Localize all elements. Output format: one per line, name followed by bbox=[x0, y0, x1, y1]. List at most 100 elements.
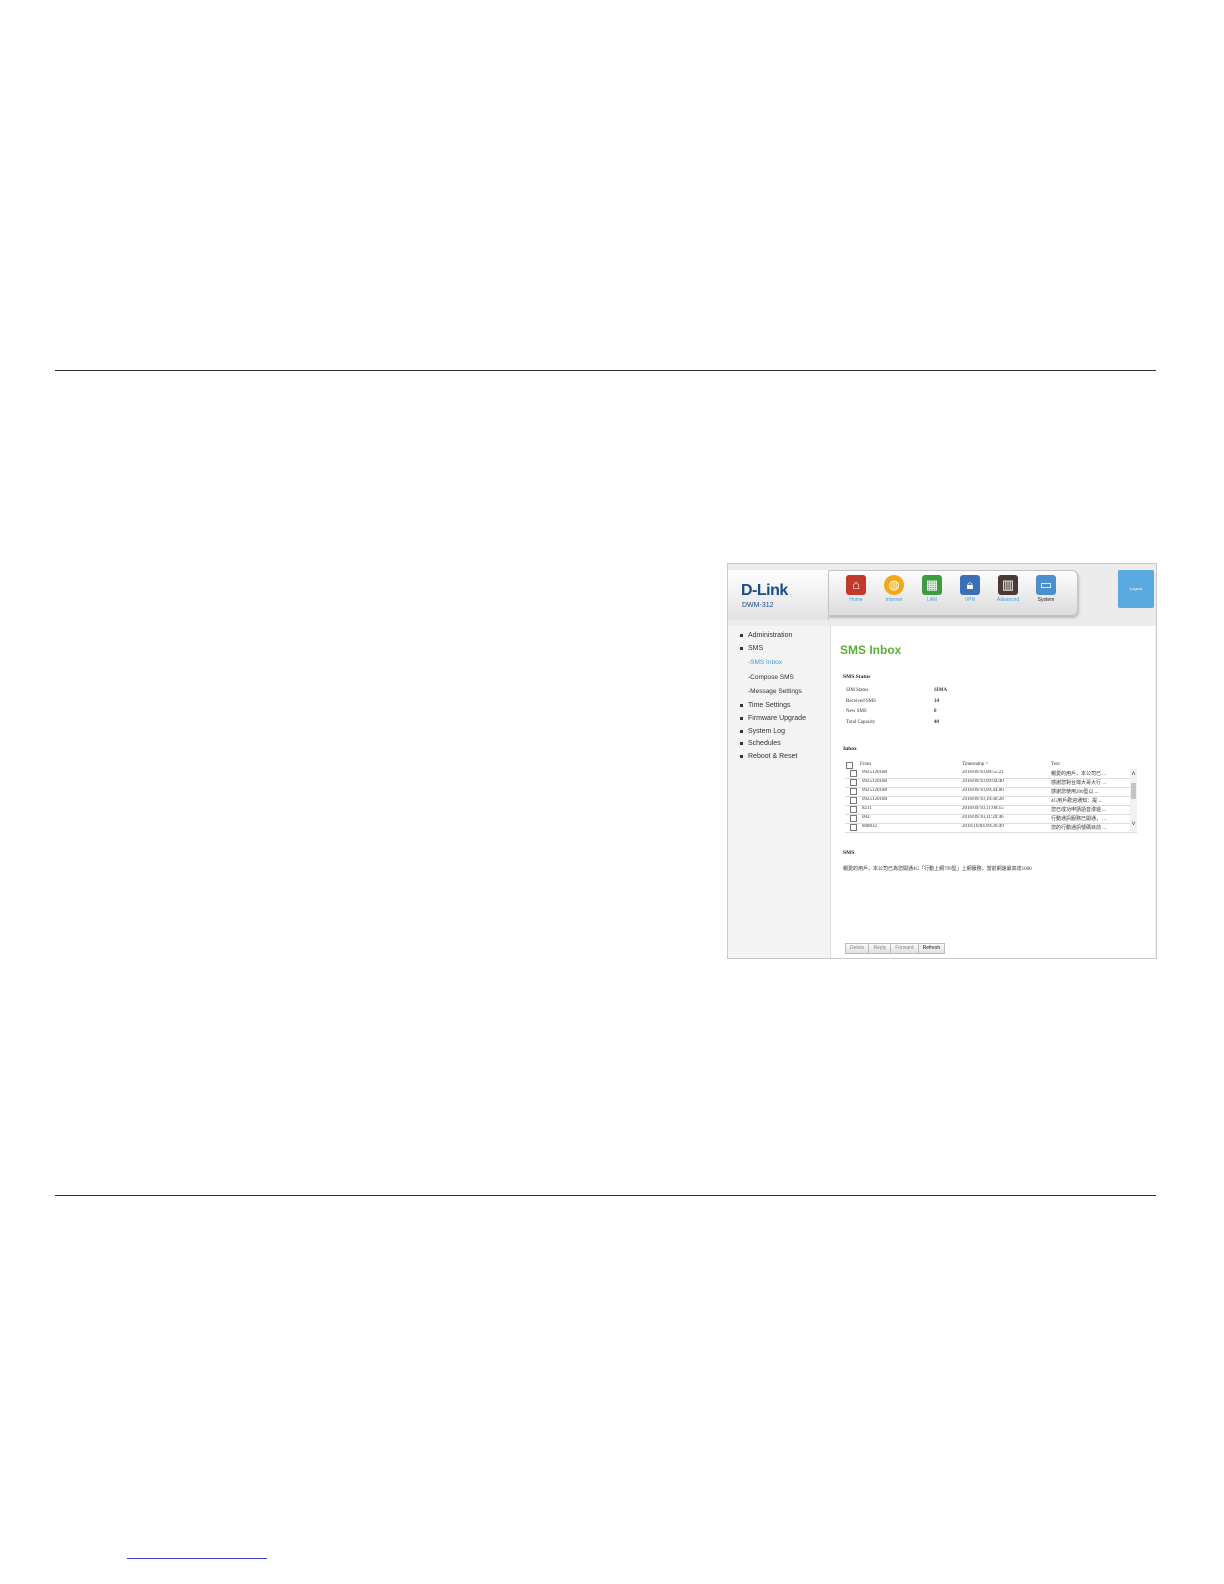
row-checkbox[interactable] bbox=[850, 797, 857, 804]
refresh-button[interactable]: Refresh bbox=[917, 943, 946, 954]
row-from: 808832 bbox=[862, 824, 877, 829]
row-timestamp: 2016/09/10,11:20:46 bbox=[962, 815, 1004, 820]
row-timestamp: 2016/09/10,09:04:40 bbox=[962, 779, 1004, 784]
row-checkbox[interactable] bbox=[850, 770, 857, 777]
row-timestamp: 2016/09/10,09:44:00 bbox=[962, 788, 1004, 793]
sidebar-item-schedules[interactable]: Schedules bbox=[740, 740, 781, 747]
inbox-heading: Inbox bbox=[843, 746, 857, 752]
row-text: 感謝您使用200型以 ... bbox=[1051, 790, 1099, 795]
row-timestamp: 2016/09/10,08:55:21 bbox=[962, 770, 1004, 775]
row-checkbox[interactable] bbox=[850, 779, 857, 786]
page-title: SMS Inbox bbox=[840, 643, 902, 657]
row-timestamp: 2016/09/10,10:40:28 bbox=[962, 797, 1004, 802]
row-text: 行動通訊服務已開通， ... bbox=[1051, 817, 1107, 822]
row-checkbox[interactable] bbox=[850, 788, 857, 795]
sidebar-sub-message-settings[interactable]: -Message Settings bbox=[748, 688, 802, 695]
nav-internet[interactable]: ◍ Internet bbox=[879, 575, 909, 611]
sidebar-item-label: Schedules bbox=[748, 740, 781, 747]
row-text: 您的行動通訊號碼目前 ... bbox=[1051, 826, 1107, 831]
scroll-thumb[interactable] bbox=[1131, 783, 1136, 799]
inbox-scrollbar[interactable]: ˄ ˅ bbox=[1130, 769, 1137, 832]
row-from: 8211 bbox=[862, 806, 872, 811]
received-sms-label: Received SMS bbox=[846, 699, 876, 704]
sidebar-item-time-settings[interactable]: Time Settings bbox=[740, 702, 791, 709]
logo-area: D-Link DWM-312 bbox=[728, 570, 829, 620]
sidebar-item-label: Administration bbox=[748, 632, 793, 639]
sidebar-item-reboot-reset[interactable]: Reboot & Reset bbox=[740, 753, 797, 760]
nav-label: Internet bbox=[885, 597, 903, 603]
delete-button[interactable]: Delete bbox=[845, 943, 870, 954]
nav-label: Home bbox=[849, 597, 863, 603]
sms-message-text: 親愛的用戶，本公司已為您開通4G「行動上網799型」上網服務，當前網速最高達10… bbox=[843, 867, 1032, 872]
lock-icon: 🔒︎ bbox=[960, 575, 980, 595]
sidebar-sub-sms-inbox[interactable]: -SMS Inbox bbox=[748, 659, 782, 666]
scroll-down-icon[interactable]: ˅ bbox=[1130, 821, 1137, 828]
content-panel: SMS Inbox SMS Status SIM Status SIMA Rec… bbox=[830, 626, 1155, 958]
row-checkbox[interactable] bbox=[850, 806, 857, 813]
sidebar-item-label: SMS bbox=[748, 645, 764, 652]
new-sms-value: 0 bbox=[934, 709, 937, 714]
router-ui-screenshot: D-Link DWM-312 ⌂ Home ◍ Internet ▦ LAN 🔒… bbox=[727, 563, 1157, 959]
advanced-icon: ▥ bbox=[998, 575, 1018, 595]
select-all-checkbox[interactable] bbox=[846, 762, 853, 769]
logout-button[interactable]: Logout bbox=[1118, 570, 1154, 608]
row-checkbox[interactable] bbox=[850, 824, 857, 831]
nav-label: VPN bbox=[964, 597, 976, 603]
globe-icon: ◍ bbox=[884, 575, 904, 595]
bullet-icon bbox=[740, 703, 743, 707]
inbox-table: 0925120188 2016/09/10,08:55:21 親愛的用戶，本公司已 … bbox=[845, 769, 1137, 833]
column-header-text: Text bbox=[1051, 762, 1060, 767]
nav-lan[interactable]: ▦ LAN bbox=[917, 575, 947, 611]
sim-status-label: SIM Status bbox=[846, 688, 869, 693]
sidebar-item-firmware-upgrade[interactable]: Firmware Upgrade bbox=[740, 715, 806, 722]
total-capacity-value: 40 bbox=[934, 720, 939, 725]
bullet-icon bbox=[740, 633, 743, 637]
nav-advanced[interactable]: ▥ Advanced bbox=[993, 575, 1023, 611]
row-timestamp: 2016/09/10,11:00:15 bbox=[962, 806, 1004, 811]
row-timestamp: 2016/10/04,09:26:49 bbox=[962, 824, 1004, 829]
sim-status-value: SIMA bbox=[934, 688, 948, 693]
home-icon: ⌂ bbox=[846, 575, 866, 595]
sidebar-item-label: System Log bbox=[748, 728, 785, 735]
sms-status-heading: SMS Status bbox=[843, 674, 871, 680]
sidebar-item-system-log[interactable]: System Log bbox=[740, 728, 785, 735]
column-header-timestamp[interactable]: Timestamp ^ bbox=[962, 762, 988, 767]
main-nav: ⌂ Home ◍ Internet ▦ LAN 🔒︎ VPN ▥ Advance… bbox=[828, 570, 1078, 616]
reply-button[interactable]: Reply bbox=[868, 943, 892, 954]
bullet-icon bbox=[740, 646, 743, 650]
row-checkbox[interactable] bbox=[850, 815, 857, 822]
top-divider bbox=[55, 370, 1156, 371]
nav-label: Advanced bbox=[996, 597, 1020, 603]
sidebar-item-label: Firmware Upgrade bbox=[748, 715, 806, 722]
sidebar-sub-compose-sms[interactable]: -Compose SMS bbox=[748, 674, 794, 681]
row-text: 親愛的用戶，本公司已 ... bbox=[1051, 772, 1107, 777]
timestamp-header-label: Timestamp bbox=[962, 762, 985, 767]
nav-home[interactable]: ⌂ Home bbox=[841, 575, 871, 611]
sidebar-item-administration[interactable]: Administration bbox=[740, 632, 792, 639]
scroll-up-icon[interactable]: ˄ bbox=[1130, 771, 1137, 778]
bullet-icon bbox=[740, 729, 743, 733]
computer-icon: ▭ bbox=[1036, 575, 1056, 595]
sidebar-item-label: Time Settings bbox=[748, 702, 791, 709]
forward-button[interactable]: Forward bbox=[890, 943, 919, 954]
lan-icon: ▦ bbox=[922, 575, 942, 595]
header-bar: D-Link DWM-312 ⌂ Home ◍ Internet ▦ LAN 🔒… bbox=[728, 564, 1156, 626]
row-text: 4G用戶歡迎通知：提 ... bbox=[1051, 799, 1103, 804]
nav-system[interactable]: ▭ System bbox=[1031, 575, 1061, 611]
nav-vpn[interactable]: 🔒︎ VPN bbox=[955, 575, 985, 611]
sidebar-item-sms[interactable]: SMS bbox=[740, 645, 763, 652]
model-name: DWM-312 bbox=[742, 602, 774, 609]
column-header-from[interactable]: From bbox=[860, 762, 871, 767]
row-text: 感謝您對台灣大哥大行 ... bbox=[1051, 781, 1107, 786]
total-capacity-label: Total Capacity bbox=[846, 720, 876, 725]
sort-ascending-icon: ^ bbox=[985, 762, 988, 767]
bullet-icon bbox=[740, 716, 743, 720]
row-from: 0925120188 bbox=[862, 770, 887, 775]
bullet-icon bbox=[740, 741, 743, 745]
table-row[interactable]: 808832 2016/10/04,09:26:49 您的行動通訊號碼目前 ... bbox=[845, 823, 1137, 833]
received-sms-value: 14 bbox=[934, 699, 939, 704]
row-text: 您已成功申請語音漫遊 ... bbox=[1051, 808, 1107, 813]
new-sms-label: New SMS bbox=[846, 709, 867, 714]
nav-label: System bbox=[1037, 597, 1055, 603]
dlink-logo: D-Link bbox=[741, 582, 788, 599]
